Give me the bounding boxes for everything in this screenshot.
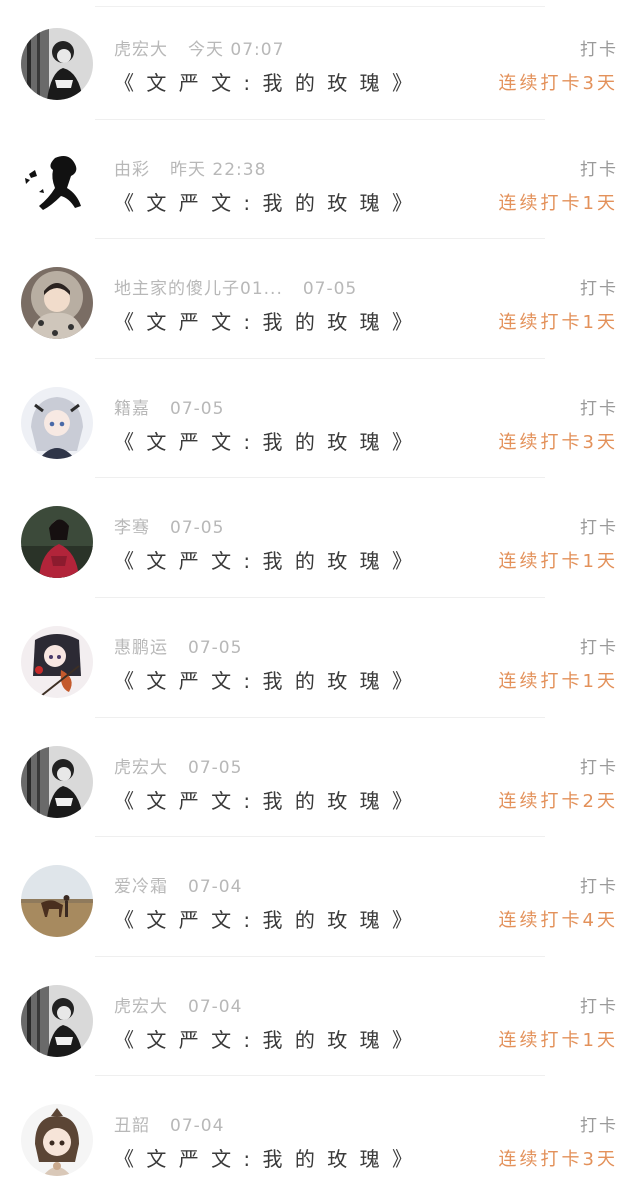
avatar[interactable]: [21, 267, 93, 340]
username[interactable]: 虎宏大: [114, 758, 168, 778]
checkin-meta: 虎宏大 07-05: [114, 753, 242, 778]
avatar-woman-bw-icon: [21, 745, 93, 818]
timestamp: 07-04: [188, 877, 243, 898]
avatar[interactable]: [21, 865, 93, 938]
timestamp: 07-04: [170, 1116, 225, 1137]
checkin-row[interactable]: 由彩 昨天 22:38 《 文 严 文 : 我 的 玫 瑰 》 打卡 连续打卡1天: [0, 120, 640, 240]
timestamp: 07-05: [170, 398, 225, 419]
avatar[interactable]: [21, 1104, 93, 1177]
checkin-row[interactable]: 虎宏大 今天 07:07 《 文 严 文 : 我 的 玫 瑰 》 打卡 连续打卡3…: [0, 0, 640, 120]
timestamp: 今天 07:07: [188, 40, 285, 60]
checkin-action-label: 打卡: [580, 518, 618, 539]
avatar-anime-violin-icon: [21, 625, 93, 698]
book-title[interactable]: 《 文 严 文 : 我 的 玫 瑰 》: [114, 306, 415, 335]
username[interactable]: 李骞: [114, 518, 150, 538]
checkin-rows: 虎宏大 今天 07:07 《 文 严 文 : 我 的 玫 瑰 》 打卡 连续打卡3…: [0, 0, 640, 1196]
checkin-row[interactable]: 李骞 07-05 《 文 严 文 : 我 的 玫 瑰 》 打卡 连续打卡1天: [0, 478, 640, 598]
username[interactable]: 籍嘉: [114, 399, 150, 419]
avatar[interactable]: [21, 386, 93, 459]
avatar[interactable]: [21, 625, 93, 698]
avatar[interactable]: [21, 506, 93, 579]
avatar-woman-red-dress-icon: [21, 506, 93, 579]
checkin-action-label: 打卡: [580, 1116, 618, 1137]
book-title[interactable]: 《 文 严 文 : 我 的 玫 瑰 》: [114, 785, 415, 814]
checkin-action-label: 打卡: [580, 637, 618, 658]
streak-badge: 连续打卡1天: [498, 192, 618, 214]
book-title[interactable]: 《 文 严 文 : 我 的 玫 瑰 》: [114, 67, 415, 96]
streak-badge: 连续打卡1天: [498, 1029, 618, 1051]
avatar-hooded-girl-icon: [21, 267, 93, 340]
username[interactable]: 虎宏大: [114, 40, 168, 60]
checkin-meta: 李骞 07-05: [114, 513, 224, 538]
timestamp: 07-05: [188, 757, 243, 778]
username[interactable]: 爱冷霜: [114, 877, 168, 897]
avatar[interactable]: [21, 984, 93, 1057]
book-title[interactable]: 《 文 严 文 : 我 的 玫 瑰 》: [114, 426, 415, 455]
book-title[interactable]: 《 文 严 文 : 我 的 玫 瑰 》: [114, 545, 415, 574]
timestamp: 07-05: [170, 518, 225, 539]
username[interactable]: 地主家的傻儿子01...: [114, 279, 283, 299]
timestamp: 07-04: [188, 996, 243, 1017]
book-title[interactable]: 《 文 严 文 : 我 的 玫 瑰 》: [114, 1024, 415, 1053]
username[interactable]: 虎宏大: [114, 997, 168, 1017]
checkin-meta: 惠鹏运 07-05: [114, 633, 242, 658]
checkin-action-label: 打卡: [580, 159, 618, 180]
avatar[interactable]: [21, 745, 93, 818]
checkin-action-label: 打卡: [580, 996, 618, 1017]
streak-badge: 连续打卡1天: [498, 670, 618, 692]
checkin-meta: 虎宏大 07-04: [114, 992, 242, 1017]
checkin-meta: 爱冷霜 07-04: [114, 872, 242, 897]
avatar-horse-landscape-icon: [21, 865, 93, 938]
checkin-meta: 由彩 昨天 22:38: [114, 155, 266, 180]
checkin-action-label: 打卡: [580, 40, 618, 60]
checkin-list: 虎宏大 今天 07:07 《 文 严 文 : 我 的 玫 瑰 》 打卡 连续打卡3…: [0, 0, 640, 1196]
checkin-row[interactable]: 丑韶 07-04 《 文 严 文 : 我 的 玫 瑰 》 打卡 连续打卡3天: [0, 1076, 640, 1196]
avatar-anime-girl-icon: [21, 1104, 93, 1177]
checkin-row[interactable]: 籍嘉 07-05 《 文 严 文 : 我 的 玫 瑰 》 打卡 连续打卡3天: [0, 359, 640, 479]
checkin-action-label: 打卡: [580, 279, 618, 300]
username[interactable]: 惠鹏运: [114, 638, 168, 658]
username[interactable]: 由彩: [114, 160, 150, 180]
avatar-woman-bw-icon: [21, 28, 93, 100]
checkin-meta: 虎宏大 今天 07:07: [114, 35, 284, 60]
avatar-woman-bw-icon: [21, 984, 93, 1057]
checkin-action-label: 打卡: [580, 398, 618, 419]
book-title[interactable]: 《 文 严 文 : 我 的 玫 瑰 》: [114, 187, 415, 216]
book-title[interactable]: 《 文 严 文 : 我 的 玫 瑰 》: [114, 665, 415, 694]
checkin-meta: 地主家的傻儿子01... 07-05: [114, 274, 357, 299]
avatar-anime-silver-hair-icon: [21, 386, 93, 459]
book-title[interactable]: 《 文 严 文 : 我 的 玫 瑰 》: [114, 904, 415, 933]
checkin-action-label: 打卡: [580, 877, 618, 898]
avatar-silhouette-butterfly-icon: [21, 147, 93, 220]
checkin-row[interactable]: 地主家的傻儿子01... 07-05 《 文 严 文 : 我 的 玫 瑰 》 打卡…: [0, 239, 640, 359]
streak-badge: 连续打卡4天: [498, 910, 618, 932]
checkin-meta: 籍嘉 07-05: [114, 394, 224, 419]
timestamp: 昨天 22:38: [170, 159, 267, 180]
streak-badge: 连续打卡1天: [498, 551, 618, 573]
avatar[interactable]: [21, 147, 93, 220]
username[interactable]: 丑韶: [114, 1116, 150, 1136]
book-title[interactable]: 《 文 严 文 : 我 的 玫 瑰 》: [114, 1143, 415, 1172]
streak-badge: 连续打卡1天: [498, 312, 618, 334]
streak-badge: 连续打卡2天: [498, 790, 618, 812]
avatar[interactable]: [21, 28, 93, 100]
checkin-meta: 丑韶 07-04: [114, 1111, 224, 1136]
streak-badge: 连续打卡3天: [498, 1149, 618, 1171]
checkin-row[interactable]: 爱冷霜 07-04 《 文 严 文 : 我 的 玫 瑰 》 打卡 连续打卡4天: [0, 837, 640, 957]
timestamp: 07-05: [188, 637, 243, 658]
timestamp: 07-05: [302, 279, 358, 300]
streak-badge: 连续打卡3天: [498, 73, 618, 94]
checkin-action-label: 打卡: [580, 757, 618, 778]
checkin-row[interactable]: 虎宏大 07-05 《 文 严 文 : 我 的 玫 瑰 》 打卡 连续打卡2天: [0, 718, 640, 838]
streak-badge: 连续打卡3天: [498, 431, 618, 453]
checkin-row[interactable]: 虎宏大 07-04 《 文 严 文 : 我 的 玫 瑰 》 打卡 连续打卡1天: [0, 957, 640, 1077]
checkin-row[interactable]: 惠鹏运 07-05 《 文 严 文 : 我 的 玫 瑰 》 打卡 连续打卡1天: [0, 598, 640, 718]
